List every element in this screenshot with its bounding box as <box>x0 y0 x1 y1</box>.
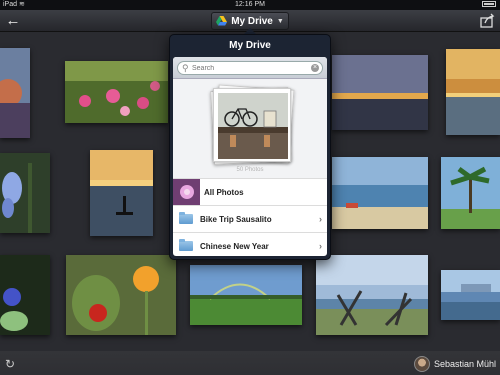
status-time: 12:16 PM <box>235 1 265 8</box>
avatar <box>413 356 430 372</box>
list-item-bike-trip-sausalito[interactable]: Bike Trip Sausalito › <box>173 206 327 233</box>
user-account[interactable]: Sebastian Mühl <box>413 355 496 373</box>
list-item-all-photos[interactable]: All Photos <box>173 179 327 206</box>
my-drive-popover: My Drive ⚲ × <box>169 34 331 260</box>
album-cover-photo <box>218 93 288 159</box>
chevron-down-icon: ▼ <box>276 17 284 25</box>
clear-search-icon[interactable]: × <box>311 64 319 72</box>
photo-tile[interactable] <box>65 61 168 123</box>
share-button[interactable] <box>478 12 496 30</box>
refresh-button[interactable]: ↻ <box>5 357 19 371</box>
photo-tile[interactable] <box>441 270 500 320</box>
photo-tile[interactable] <box>332 157 428 229</box>
refresh-icon: ↻ <box>5 357 16 371</box>
photo-tile[interactable] <box>441 157 500 229</box>
list-item-label: Chinese New Year <box>200 241 269 251</box>
google-drive-icon <box>216 16 228 26</box>
photo-tile[interactable] <box>446 49 500 135</box>
folder-icon <box>179 239 193 251</box>
search-bar: ⚲ × <box>173 57 327 79</box>
photo-count: 50 Photos <box>236 167 264 173</box>
status-bar: iPad ≋ 12:16 PM <box>0 0 500 10</box>
photo-tile[interactable] <box>66 255 176 335</box>
search-field: ⚲ × <box>177 61 323 75</box>
toolbar-title: My Drive <box>231 15 273 27</box>
chevron-right-icon: › <box>319 241 322 251</box>
back-arrow-icon: ← <box>5 12 21 29</box>
photo-tile[interactable] <box>0 48 30 138</box>
photo-tile[interactable] <box>332 55 428 130</box>
album-preview[interactable]: 50 Photos <box>173 79 327 179</box>
photo-tile[interactable] <box>0 153 50 233</box>
chevron-right-icon: › <box>319 214 322 224</box>
search-icon: ⚲ <box>182 63 189 73</box>
photo-tile[interactable] <box>190 265 302 325</box>
list-item-label: Bike Trip Sausalito <box>200 214 272 224</box>
photo-tile[interactable] <box>90 150 153 236</box>
all-photos-thumbnail <box>173 179 200 205</box>
battery-icon <box>480 0 496 10</box>
user-name: Sebastian Mühl <box>433 359 496 369</box>
folder-icon <box>179 212 193 224</box>
list-item-chinese-new-year[interactable]: Chinese New Year › <box>173 233 327 256</box>
search-input[interactable] <box>192 62 310 74</box>
album-cover <box>213 88 291 162</box>
photo-tile[interactable] <box>0 255 50 335</box>
album-stack <box>210 84 295 165</box>
bottom-bar: ↻ Sebastian Mühl <box>0 353 500 375</box>
back-button[interactable]: ← <box>4 12 22 30</box>
list-item-label: All Photos <box>204 187 244 197</box>
popover-title: My Drive <box>229 40 271 51</box>
popover-content: ⚲ × <box>173 57 327 256</box>
share-icon <box>480 13 495 28</box>
photo-tile[interactable] <box>316 255 428 335</box>
